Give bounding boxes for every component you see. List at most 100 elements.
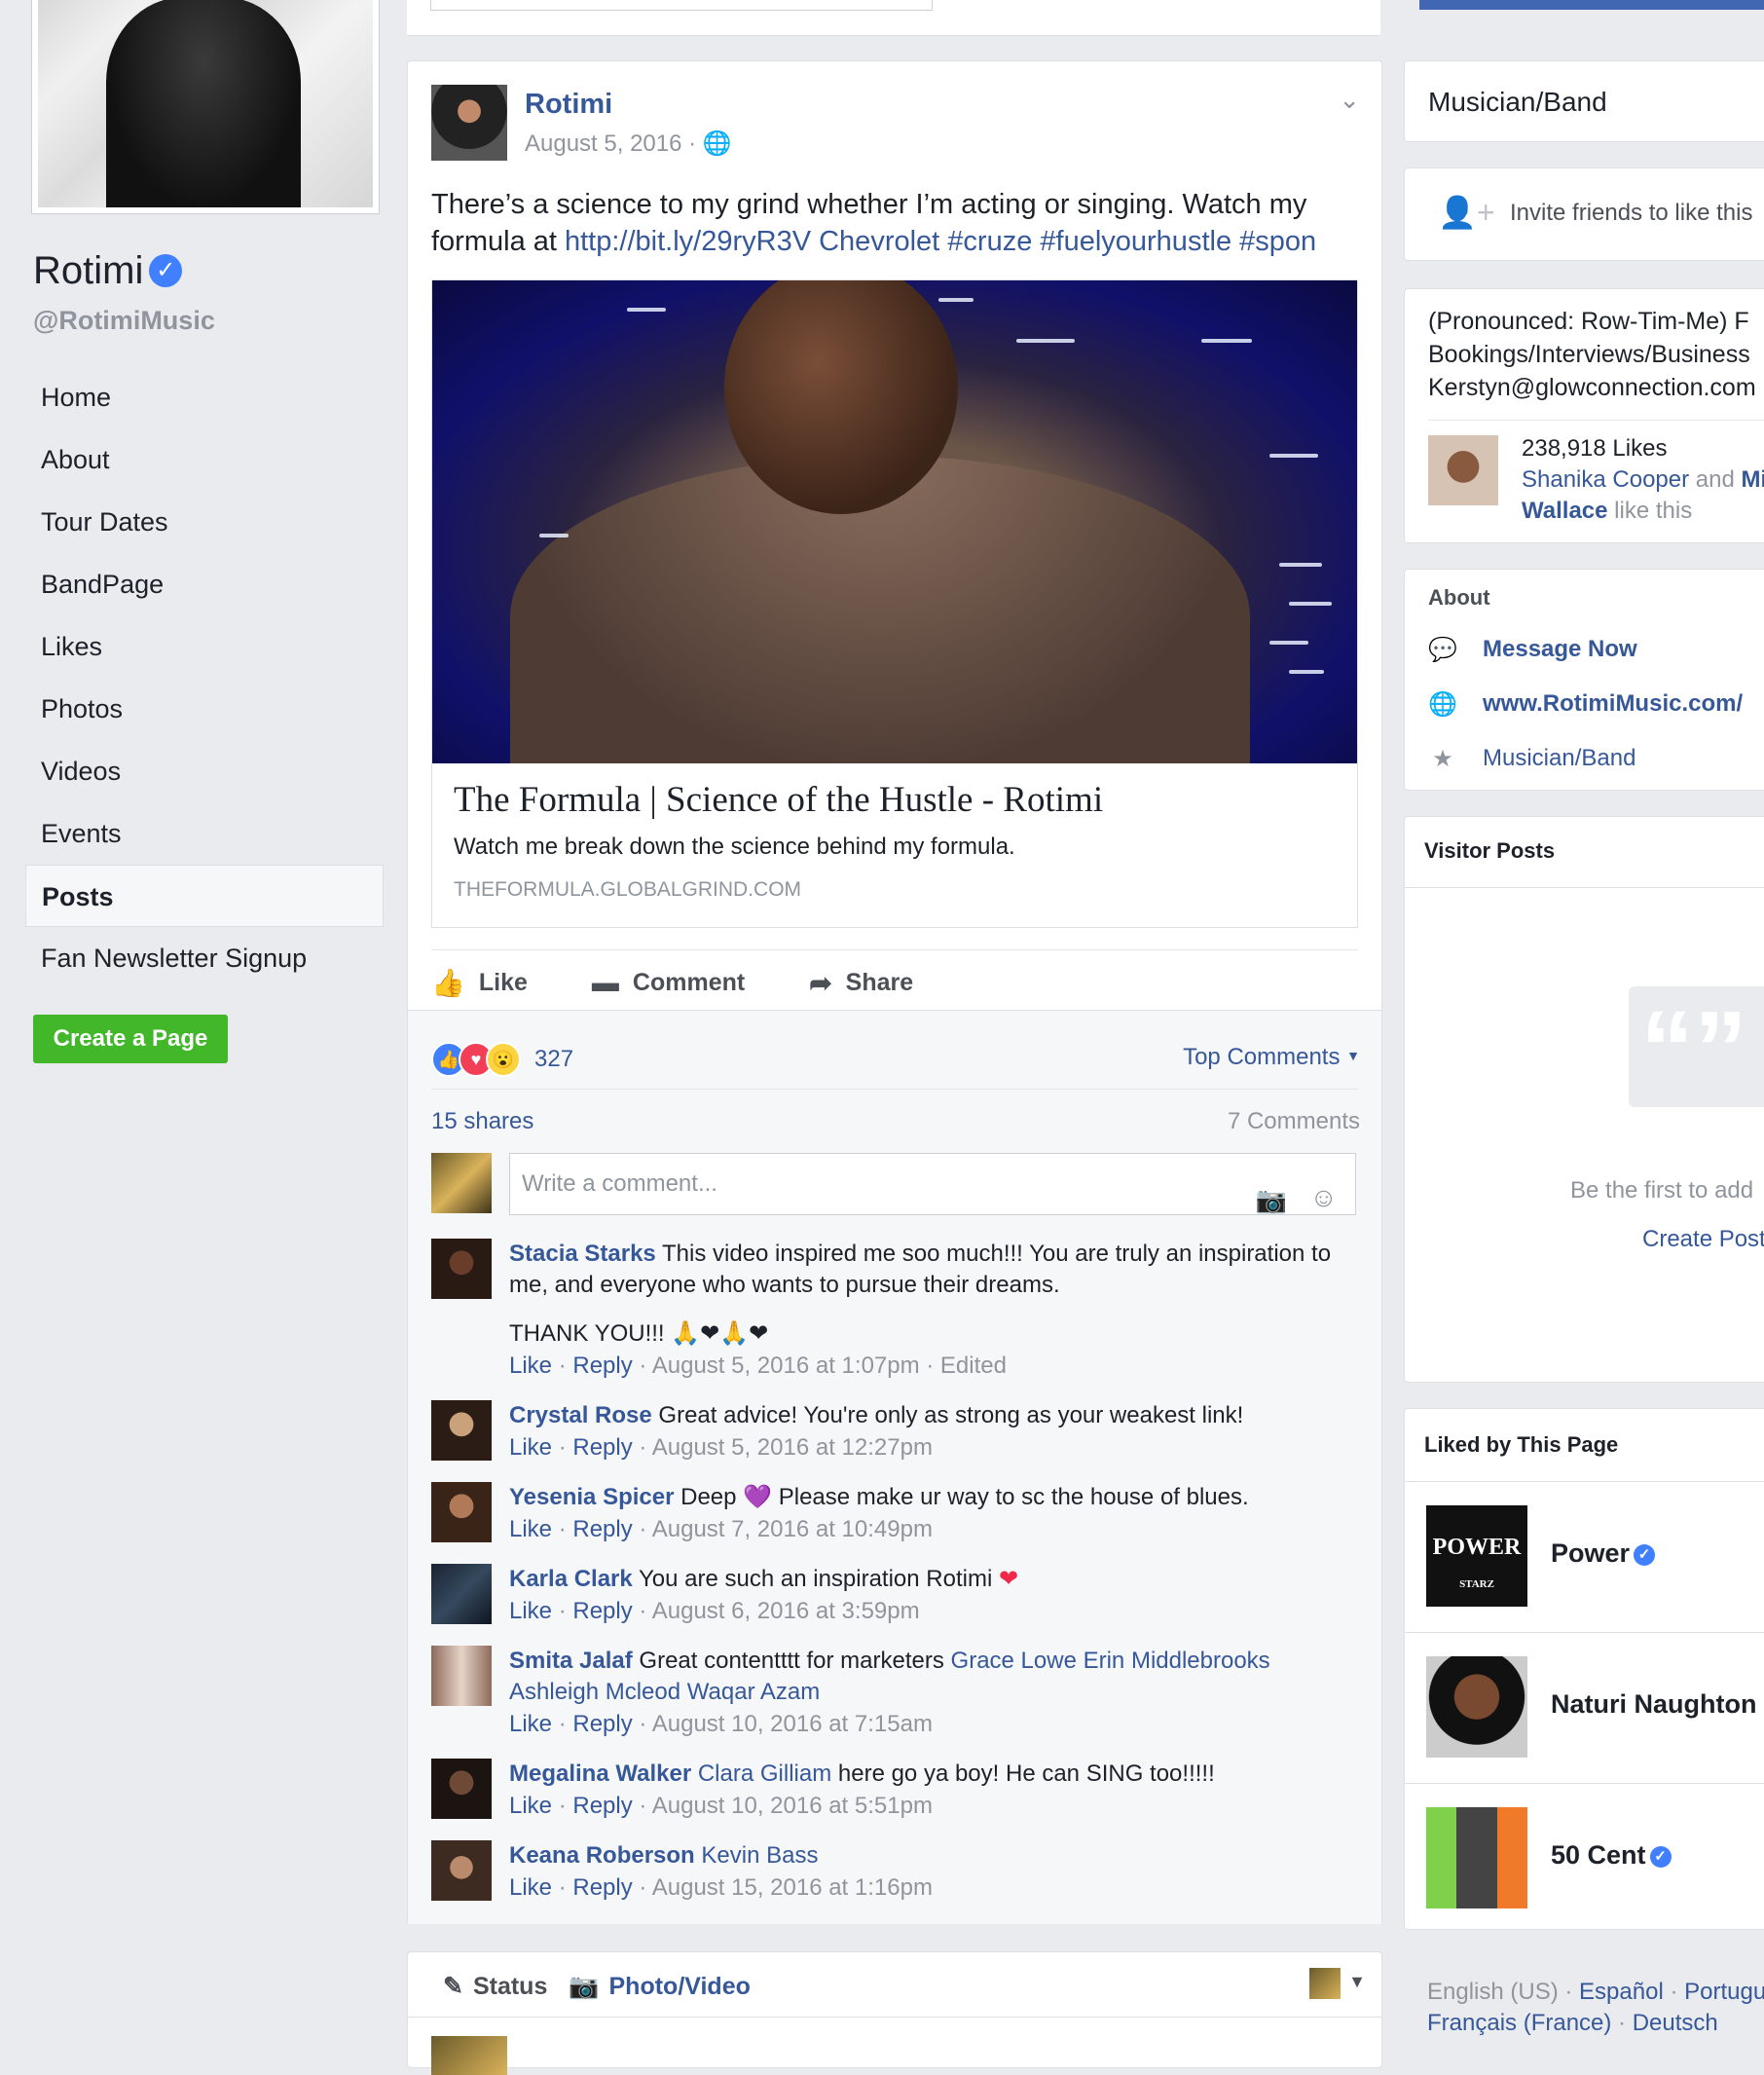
nav-item-tour-dates[interactable]: Tour Dates [25, 491, 384, 553]
comment-reply-link[interactable]: Reply [572, 1434, 632, 1461]
comment-time[interactable]: August 7, 2016 at 10:49pm [652, 1516, 933, 1542]
comment-reply-link[interactable]: Reply [572, 1793, 632, 1819]
commenter-name[interactable]: Karla Clark [509, 1566, 633, 1592]
friend-name-link[interactable]: Mi [1742, 466, 1764, 493]
category-link[interactable]: Musician/Band [1483, 745, 1635, 772]
comment-reply-link[interactable]: Reply [572, 1516, 632, 1542]
message-now-link[interactable]: Message Now [1483, 636, 1637, 663]
commenter-avatar[interactable] [431, 1239, 492, 1299]
about-row-category[interactable]: ★ Musician/Band [1428, 731, 1743, 786]
language-link[interactable]: Español [1579, 1979, 1664, 2005]
post-date-text[interactable]: August 5, 2016 · [525, 130, 696, 157]
nav-item-home[interactable]: Home [25, 366, 384, 428]
like-button[interactable]: 👍 Like [431, 961, 528, 1004]
emoji-icon[interactable]: ☺ [1309, 1167, 1338, 1228]
commenter-name[interactable]: Yesenia Spicer [509, 1484, 674, 1510]
liked-page-item[interactable]: 50 Cent ✓ [1405, 1783, 1764, 1929]
comment-time[interactable]: August 15, 2016 at 1:16pm [652, 1874, 933, 1901]
comment-tagged-name[interactable]: Kevin Bass [701, 1842, 818, 1869]
caret-down-icon[interactable]: ▼ [1348, 1972, 1366, 1992]
commenter-name[interactable]: Smita Jalaf [509, 1648, 633, 1674]
nav-item-photos[interactable]: Photos [25, 678, 384, 740]
about-row-message[interactable]: 💬 Message Now [1428, 622, 1743, 677]
nav-item-likes[interactable]: Likes [25, 615, 384, 678]
comment-time[interactable]: August 5, 2016 at 1:07pm · Edited [652, 1352, 1007, 1379]
comment-like-link[interactable]: Like [509, 1352, 552, 1379]
commenter-name[interactable]: Stacia Starks [509, 1241, 656, 1267]
commenter-name[interactable]: Megalina Walker [509, 1760, 691, 1787]
page-thumbnail[interactable] [1426, 1656, 1527, 1758]
status-tab[interactable]: ✎ Status [443, 1972, 547, 2001]
friend-name-link[interactable]: Wallace [1522, 498, 1608, 524]
post-author[interactable]: Rotimi [525, 89, 612, 121]
friend-name-link[interactable]: Shanika Cooper [1522, 466, 1689, 493]
commenter-avatar[interactable] [431, 1759, 492, 1819]
comment-like-link[interactable]: Like [509, 1598, 552, 1624]
about-row-website[interactable]: 🌐 www.RotimiMusic.com/ [1428, 677, 1743, 731]
create-page-button[interactable]: Create a Page [33, 1015, 228, 1063]
commenter-name[interactable]: Keana Roberson [509, 1842, 695, 1869]
commenter-avatar[interactable] [431, 1564, 492, 1624]
share-button[interactable]: ➦ Share [809, 961, 913, 1004]
friend-avatar[interactable] [1428, 435, 1498, 505]
nav-item-posts[interactable]: Posts [25, 865, 384, 927]
comment-input[interactable]: Write a comment... 📷 ☺ [509, 1153, 1356, 1215]
comment-time[interactable]: August 10, 2016 at 7:15am [652, 1711, 933, 1737]
comment-tagged-name[interactable]: Clara Gilliam [698, 1760, 831, 1787]
comment-reply-link[interactable]: Reply [572, 1352, 632, 1379]
liked-page-item[interactable]: POWER STARZ Power ✓ [1405, 1481, 1764, 1632]
commenter-avatar[interactable] [431, 1646, 492, 1706]
create-post-link[interactable]: Create Post [1642, 1226, 1764, 1253]
comment-like-link[interactable]: Like [509, 1434, 552, 1461]
post-text-link[interactable]: http://bit.ly/29ryR3V Chevrolet #cruze #… [565, 226, 1316, 257]
commenter-avatar[interactable] [431, 1840, 492, 1901]
liked-page-name[interactable]: 50 Cent [1551, 1840, 1646, 1870]
comment-like-link[interactable]: Like [509, 1711, 552, 1737]
liked-page-item[interactable]: Naturi Naughton [1405, 1632, 1764, 1783]
comment-time[interactable]: August 5, 2016 at 12:27pm [652, 1434, 933, 1461]
website-link[interactable]: www.RotimiMusic.com/ [1483, 690, 1743, 718]
tab-bar[interactable] [430, 0, 933, 11]
language-link[interactable]: Deutsch [1633, 2010, 1718, 2036]
liked-page-name[interactable]: Naturi Naughton [1551, 1689, 1756, 1719]
page-thumbnail[interactable] [1426, 1807, 1527, 1908]
comment-like-link[interactable]: Like [509, 1874, 552, 1901]
posting-as-avatar[interactable] [1309, 1968, 1341, 1999]
link-title[interactable]: The Formula | Science of the Hustle - Ro… [454, 779, 1103, 821]
likes-count[interactable]: 238,918 Likes [1522, 433, 1764, 464]
top-comments-dropdown[interactable]: Top Comments ▼ [1183, 1044, 1360, 1071]
comment-time[interactable]: August 6, 2016 at 3:59pm [652, 1598, 920, 1624]
profile-picture[interactable] [31, 0, 380, 214]
commenter-avatar[interactable] [431, 1482, 492, 1542]
comment-like-link[interactable]: Like [509, 1516, 552, 1542]
post-date[interactable]: August 5, 2016 · 🌐 [525, 130, 732, 158]
nav-item-about[interactable]: About [25, 428, 384, 491]
comment-reply-link[interactable]: Reply [572, 1598, 632, 1624]
reactions-summary[interactable]: 👍 ♥ 😮 327 [431, 1042, 573, 1077]
photo-video-tab[interactable]: 📷 Photo/Video [569, 1973, 751, 2001]
reaction-count[interactable]: 327 [534, 1046, 573, 1073]
language-link[interactable]: Portugu [1684, 1979, 1764, 2005]
link-preview-image[interactable] [432, 280, 1357, 763]
commenter-avatar[interactable] [431, 1400, 492, 1461]
comment-time[interactable]: August 10, 2016 at 5:51pm [652, 1793, 933, 1819]
language-link[interactable]: Français (France) [1427, 2010, 1611, 2036]
nav-item-videos[interactable]: Videos [25, 740, 384, 802]
shares-link[interactable]: 15 shares [431, 1108, 533, 1135]
invite-card[interactable]: 👤+ Invite friends to like this [1404, 167, 1764, 261]
comment-reply-link[interactable]: Reply [572, 1874, 632, 1901]
liked-page-name[interactable]: Power [1551, 1538, 1630, 1568]
comments-count[interactable]: 7 Comments [1228, 1108, 1360, 1135]
camera-icon[interactable]: 📷 [1256, 1169, 1287, 1230]
page-handle[interactable]: @RotimiMusic [33, 306, 215, 336]
chevron-down-icon[interactable]: ⌄ [1339, 85, 1360, 115]
author-avatar[interactable] [431, 85, 507, 161]
comment-like-link[interactable]: Like [509, 1793, 552, 1819]
action-button-bar[interactable] [1419, 0, 1764, 10]
link-preview[interactable]: The Formula | Science of the Hustle - Ro… [431, 279, 1358, 928]
comment-button[interactable]: ▬ Comment [592, 961, 745, 1004]
page-thumbnail[interactable]: POWER STARZ [1426, 1505, 1527, 1607]
page-category[interactable]: Musician/Band [1428, 87, 1607, 118]
nav-item-fan-newsletter[interactable]: Fan Newsletter Signup [25, 927, 384, 989]
nav-item-events[interactable]: Events [25, 802, 384, 865]
